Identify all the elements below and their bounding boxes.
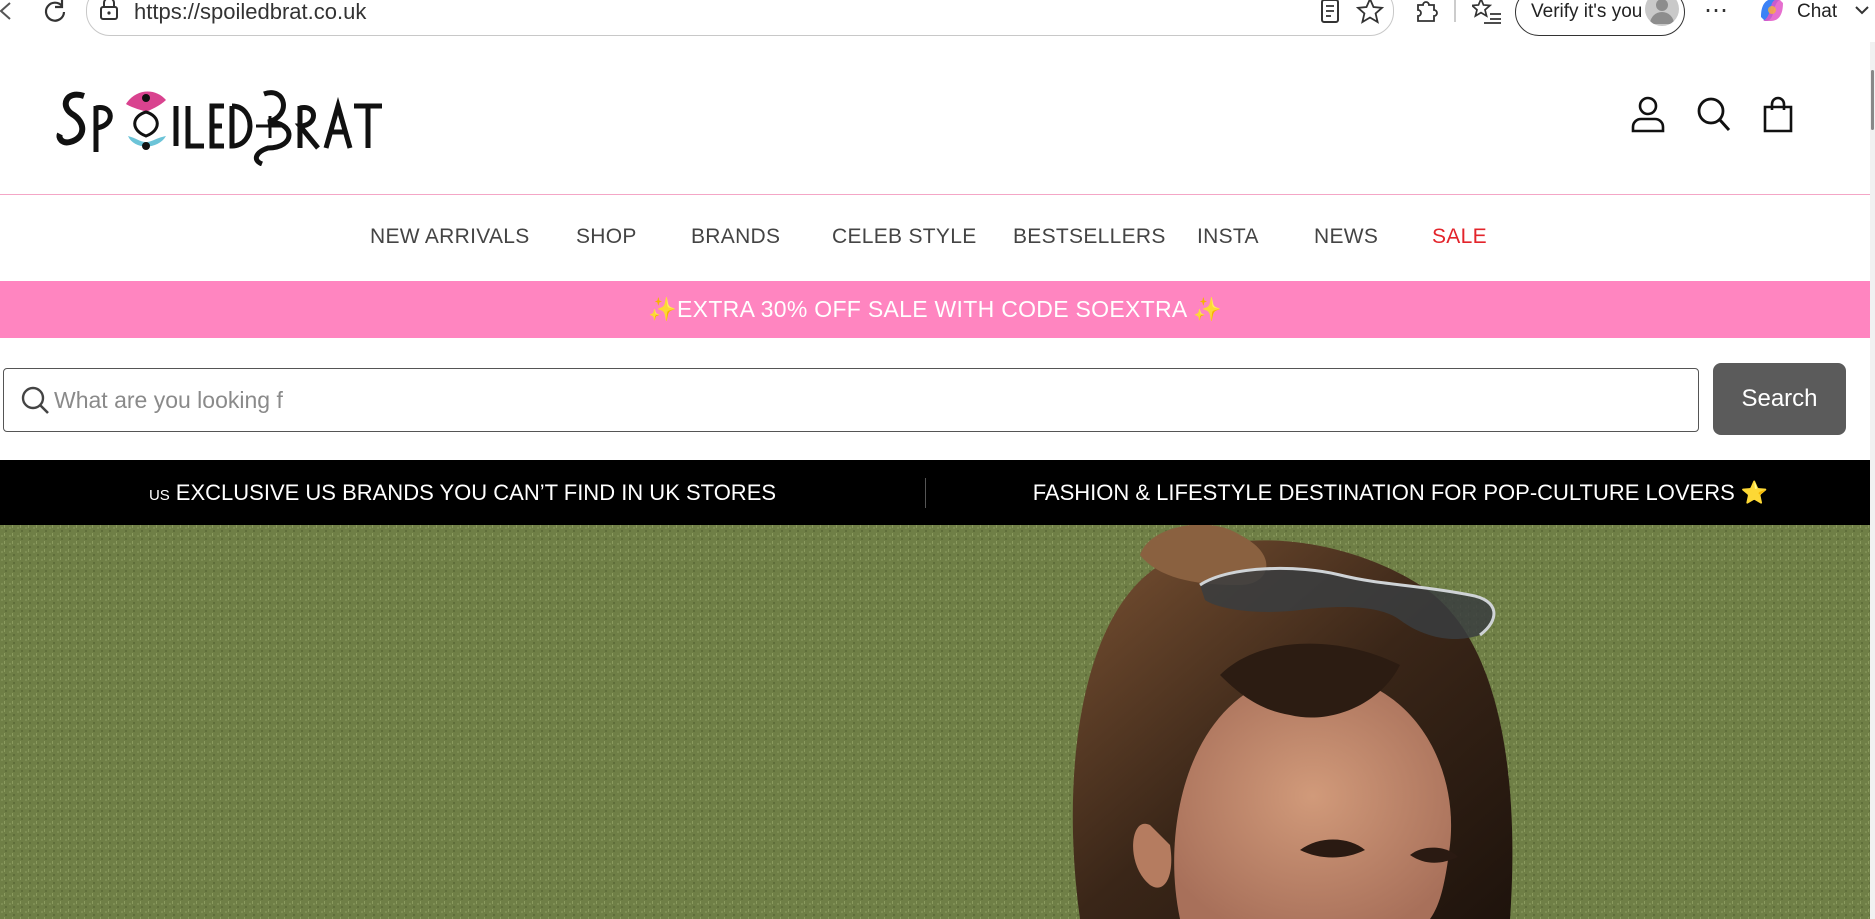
hero-image[interactable] <box>0 525 1875 919</box>
nav-item-new-arrivals[interactable]: NEW ARRIVALS <box>370 222 530 252</box>
toolbar-divider <box>1454 0 1456 22</box>
search-magnifier-icon <box>20 385 50 415</box>
announcement-right-text[interactable]: FASHION & LIFESTYLE DESTINATION FOR POP-… <box>926 460 1875 525</box>
search-box[interactable] <box>3 368 1699 432</box>
nav-item-shop[interactable]: SHOP <box>576 222 637 252</box>
lock-icon[interactable] <box>96 0 122 24</box>
refresh-icon[interactable] <box>40 0 70 26</box>
search-section: Search <box>0 338 1870 460</box>
extensions-icon[interactable] <box>1410 0 1442 26</box>
verify-label: Verify it's you <box>1531 1 1643 22</box>
nav-item-bestsellers[interactable]: BESTSELLERS <box>1013 222 1166 252</box>
account-icon[interactable] <box>1628 94 1668 134</box>
promo-banner[interactable]: ✨EXTRA 30% OFF SALE WITH CODE SOEXTRA ✨ <box>0 281 1870 338</box>
announcement-left[interactable]: US EXCLUSIVE US BRANDS YOU CAN’T FIND IN … <box>0 460 925 525</box>
scrollbar-thumb[interactable] <box>1871 70 1874 130</box>
url-text[interactable]: https://spoiledbrat.co.uk <box>134 0 366 28</box>
reader-view-icon[interactable] <box>1316 0 1344 26</box>
search-input[interactable] <box>52 379 1656 421</box>
browser-toolbar: https://spoiledbrat.co.uk Verify it's yo… <box>0 0 1875 43</box>
back-icon[interactable] <box>0 0 20 24</box>
nav-item-sale[interactable]: SALE <box>1432 222 1487 252</box>
us-flag-label: US <box>148 487 170 504</box>
copilot-icon[interactable] <box>1756 0 1788 26</box>
page-scrollbar[interactable] <box>1870 42 1875 919</box>
site-header <box>0 42 1870 195</box>
nav-item-brands[interactable]: BRANDS <box>691 222 780 252</box>
favorite-star-icon[interactable] <box>1354 0 1386 26</box>
cart-icon[interactable] <box>1758 94 1798 134</box>
chat-label[interactable]: Chat <box>1797 0 1837 28</box>
main-navigation: NEW ARRIVALS SHOP BRANDS CELEB STYLE BES… <box>0 196 1870 280</box>
announcement-bar: US EXCLUSIVE US BRANDS YOU CAN’T FIND IN … <box>0 460 1875 525</box>
nav-item-insta[interactable]: INSTA <box>1197 222 1259 252</box>
chevron-down-icon[interactable] <box>1852 0 1872 22</box>
nav-item-celeb-style[interactable]: CELEB STYLE <box>832 222 977 252</box>
search-icon[interactable] <box>1693 94 1733 134</box>
search-button[interactable]: Search <box>1713 363 1846 435</box>
favorites-list-icon[interactable] <box>1470 0 1504 26</box>
announcement-left-text: EXCLUSIVE US BRANDS YOU CAN’T FIND IN UK… <box>175 480 777 505</box>
more-icon[interactable]: ⋯ <box>1700 0 1732 26</box>
nav-item-news[interactable]: NEWS <box>1314 222 1378 252</box>
spoiledbrat-logo[interactable] <box>56 76 386 167</box>
